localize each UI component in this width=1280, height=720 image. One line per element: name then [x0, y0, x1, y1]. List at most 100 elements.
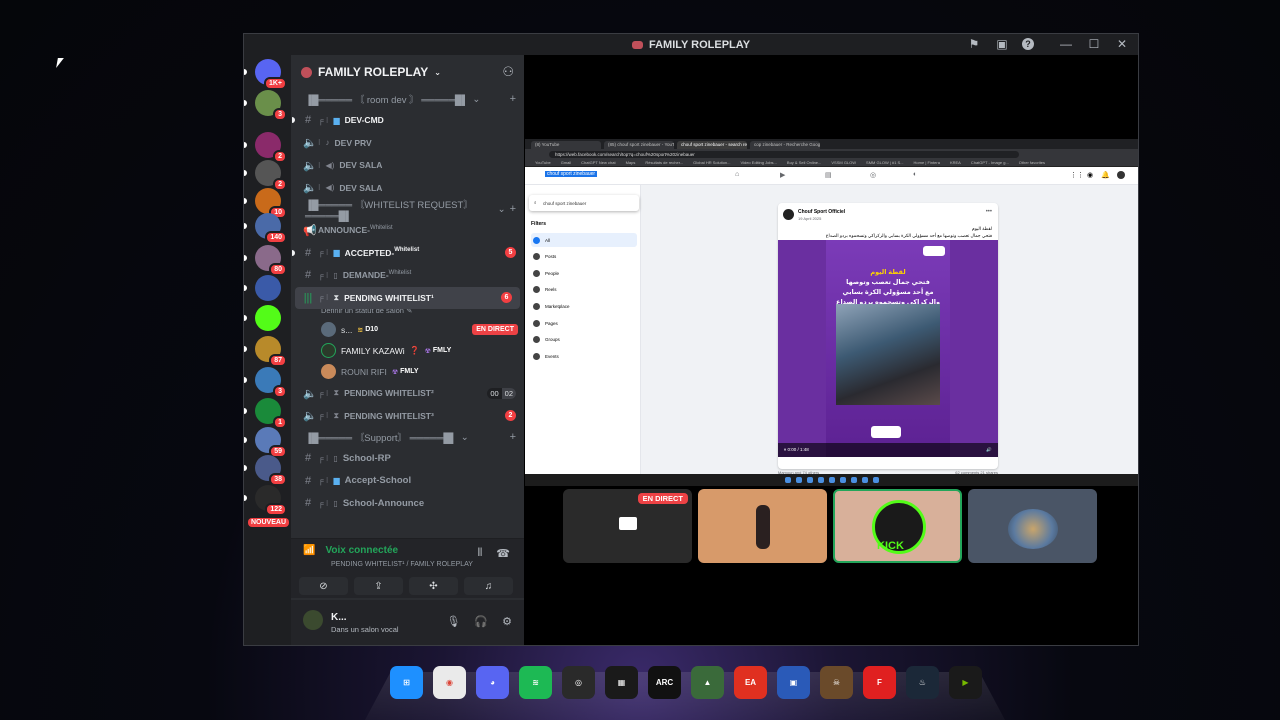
invite-user-icon[interactable]: ⚇: [502, 64, 514, 80]
filter-pages[interactable]: Pages: [531, 316, 637, 330]
close-button[interactable]: ✕: [1114, 36, 1130, 52]
channel-announce-whitelist[interactable]: 📢 ANNOUNCE- Whitelist: [291, 219, 524, 242]
server-icon[interactable]: 87: [255, 336, 287, 367]
android-icon[interactable]: ▲: [691, 666, 724, 699]
server-icon[interactable]: 38: [255, 455, 287, 486]
filter-people[interactable]: People: [531, 266, 637, 280]
voice-location[interactable]: PENDING WHITELIST¹ / FAMILY ROLEPLAY: [331, 561, 473, 568]
messenger-icon[interactable]: ◉: [1087, 171, 1093, 179]
add-channel-icon[interactable]: +: [510, 431, 516, 443]
channel-accepted-whitelist[interactable]: # ╒ ⁝ ▆ ACCEPTED- Whitelist 5: [291, 242, 524, 265]
server-icon[interactable]: 1K+: [255, 59, 287, 90]
groups-icon[interactable]: ◎: [870, 171, 876, 179]
participant-tile[interactable]: [698, 489, 827, 563]
channel-dev-prv[interactable]: 🔈 ⁝ ♪ DEV PRV: [291, 132, 524, 155]
video-icon[interactable]: ▶: [780, 171, 785, 179]
server-icon[interactable]: 59: [255, 427, 287, 458]
channel-pending-whitelist-2[interactable]: 🔈 ╒ ⁝ ⧗ PENDING WHITELIST² 00 02: [291, 382, 524, 405]
add-channel-icon[interactable]: +: [510, 203, 516, 215]
avatar[interactable]: [1117, 171, 1125, 179]
steam-icon[interactable]: ♨: [906, 666, 939, 699]
arc-raiders-icon[interactable]: ARC: [648, 666, 681, 699]
faceit-icon[interactable]: F: [863, 666, 896, 699]
server-icon[interactable]: 1: [255, 398, 287, 429]
menu-icon[interactable]: ⋮⋮: [1070, 171, 1084, 179]
filter-marketplace[interactable]: Marketplace: [531, 299, 637, 313]
maximize-button[interactable]: ☐: [1086, 36, 1102, 52]
channel-dev-sala-2[interactable]: 🔈 ⁝ ◀) DEV SALA: [291, 177, 524, 200]
filter-events[interactable]: Events: [531, 349, 637, 363]
bookmark-link[interactable]: Video Editing Jobs...: [741, 160, 777, 165]
inbox-flag-icon[interactable]: ⚑: [966, 36, 982, 52]
server-icon[interactable]: [255, 305, 281, 331]
bookmark-link[interactable]: Buy & Sell Online...: [787, 160, 821, 165]
filter-all[interactable]: All: [531, 233, 637, 247]
channel-pending-whitelist-3[interactable]: 🔈 ╒ ⁝ ⧗ PENDING WHITELIST³ 2: [291, 405, 524, 428]
msi-icon[interactable]: ▦: [605, 666, 638, 699]
server-icon[interactable]: 2: [255, 160, 287, 191]
discord-icon[interactable]: ◕: [476, 666, 509, 699]
page-avatar[interactable]: [783, 209, 794, 220]
video-controls[interactable]: ⏸ 0:00 / 1:48 🔊: [778, 443, 998, 457]
post-video[interactable]: لقطة اليوم فتحي جمال تعصب وتوصها مع أحد …: [778, 240, 998, 457]
channel-pending-whitelist-1[interactable]: ||| ╒ ⁝ ⧗ PENDING WHITELIST¹ 6: [295, 286, 520, 309]
bookmark-link[interactable]: YouTube: [535, 160, 551, 165]
voice-user-3[interactable]: ROUNI RIFI ☢ FMLY: [291, 361, 524, 382]
filter-reels[interactable]: Reels: [531, 283, 637, 297]
page-name[interactable]: Chouf Sport Officiel: [798, 209, 845, 215]
bookmark-link[interactable]: KREA: [950, 160, 961, 165]
bookmark-link[interactable]: ChatGPT - Image g...: [971, 160, 1009, 165]
channel-school-rp[interactable]: # ╒ ⁝ ▯ School-RP: [291, 447, 524, 470]
windows-icon[interactable]: ⊞: [390, 666, 423, 699]
server-icon[interactable]: 10: [255, 188, 287, 219]
minimize-button[interactable]: —: [1058, 36, 1074, 52]
server-icon[interactable]: [255, 275, 281, 301]
browser-tab[interactable]: chouf sport zinebauer - search re: [677, 141, 747, 149]
marketplace-icon[interactable]: ▤: [825, 171, 832, 179]
channel-dev-cmd[interactable]: # ╒ ⁝ ▆ DEV-CMD: [291, 109, 524, 132]
notifications-icon[interactable]: 🔔: [1101, 171, 1110, 179]
bookmark-link[interactable]: VSSM GLOW: [831, 160, 856, 165]
category-whitelist-request[interactable]: ▐█═════ 〘WHITELIST REQUEST〙 ═════█▌ ⌄ +: [291, 199, 524, 222]
more-options-icon[interactable]: •••: [986, 209, 992, 215]
soundboard-button[interactable]: ♫: [464, 577, 513, 595]
username[interactable]: K...: [331, 612, 347, 623]
browser-tab[interactable]: (85) chouf sport zinebauer - YouT: [604, 141, 674, 149]
server-icon[interactable]: 3: [255, 90, 287, 121]
bookmark-link[interactable]: ChatGPT New chat: [581, 160, 615, 165]
nvidia-icon[interactable]: ▶: [949, 666, 982, 699]
stream-tile[interactable]: EN DIRECT: [563, 489, 692, 563]
noise-suppression-icon[interactable]: ⫴: [478, 547, 483, 560]
bookmark-link[interactable]: Maps: [626, 160, 636, 165]
stream-video[interactable]: (8) YouTube (85) chouf sport zinebauer -…: [525, 139, 1138, 486]
participant-tile[interactable]: [968, 489, 1097, 563]
share-screen-button[interactable]: ⇪: [354, 577, 403, 595]
screen-share-icon[interactable]: ▣: [994, 36, 1010, 52]
channel-demande-whitelist[interactable]: # ╒ ⁝ ▯ DEMANDE- Whitelist: [291, 264, 524, 287]
bookmark-link[interactable]: Résultats de recher...: [645, 160, 683, 165]
help-icon[interactable]: ?: [1022, 38, 1034, 50]
user-avatar[interactable]: [303, 610, 323, 630]
home-icon[interactable]: ⌂: [735, 171, 739, 178]
voice-user-2[interactable]: FAMILY KAZAWi ❓ ☢ FMLY: [291, 340, 524, 361]
server-icon[interactable]: 140: [255, 213, 287, 244]
spotify-icon[interactable]: ≋: [519, 666, 552, 699]
search-dropdown[interactable]: ⌕ chouf sport zinebauer: [529, 195, 639, 211]
microphone-icon[interactable]: 🎙: [446, 615, 460, 628]
channel-school-announce[interactable]: # ╒ ⁝ ▯ School-Announce: [291, 492, 524, 515]
channel-dev-sala-1[interactable]: 🔈 ⁝ ◀) DEV SALA: [291, 154, 524, 177]
play-icon[interactable]: ⏸: [784, 447, 786, 452]
remote-desktop-icon[interactable]: ▣: [777, 666, 810, 699]
server-icon[interactable]: 122: [255, 485, 287, 516]
server-icon[interactable]: 3: [255, 367, 287, 398]
category-room-dev[interactable]: ▐█═════ 〘 room dev 〙 ═════█▌ ⌄ +: [291, 89, 524, 109]
guild-header[interactable]: FAMILY ROLEPLAY ⌄ ⚇: [291, 55, 524, 89]
server-icon[interactable]: 80: [255, 245, 287, 276]
bookmark-link[interactable]: Global HR Solution...: [693, 160, 730, 165]
bookmark-link[interactable]: Gmail: [561, 160, 571, 165]
browser-tab[interactable]: (8) YouTube: [531, 141, 601, 149]
filter-posts[interactable]: Posts: [531, 250, 637, 264]
server-icon[interactable]: 2: [255, 132, 287, 163]
url-input[interactable]: https://web.facebook.com/search/top?q=ch…: [549, 150, 1019, 158]
voice-status[interactable]: 📶 Voix connectée: [303, 545, 398, 556]
